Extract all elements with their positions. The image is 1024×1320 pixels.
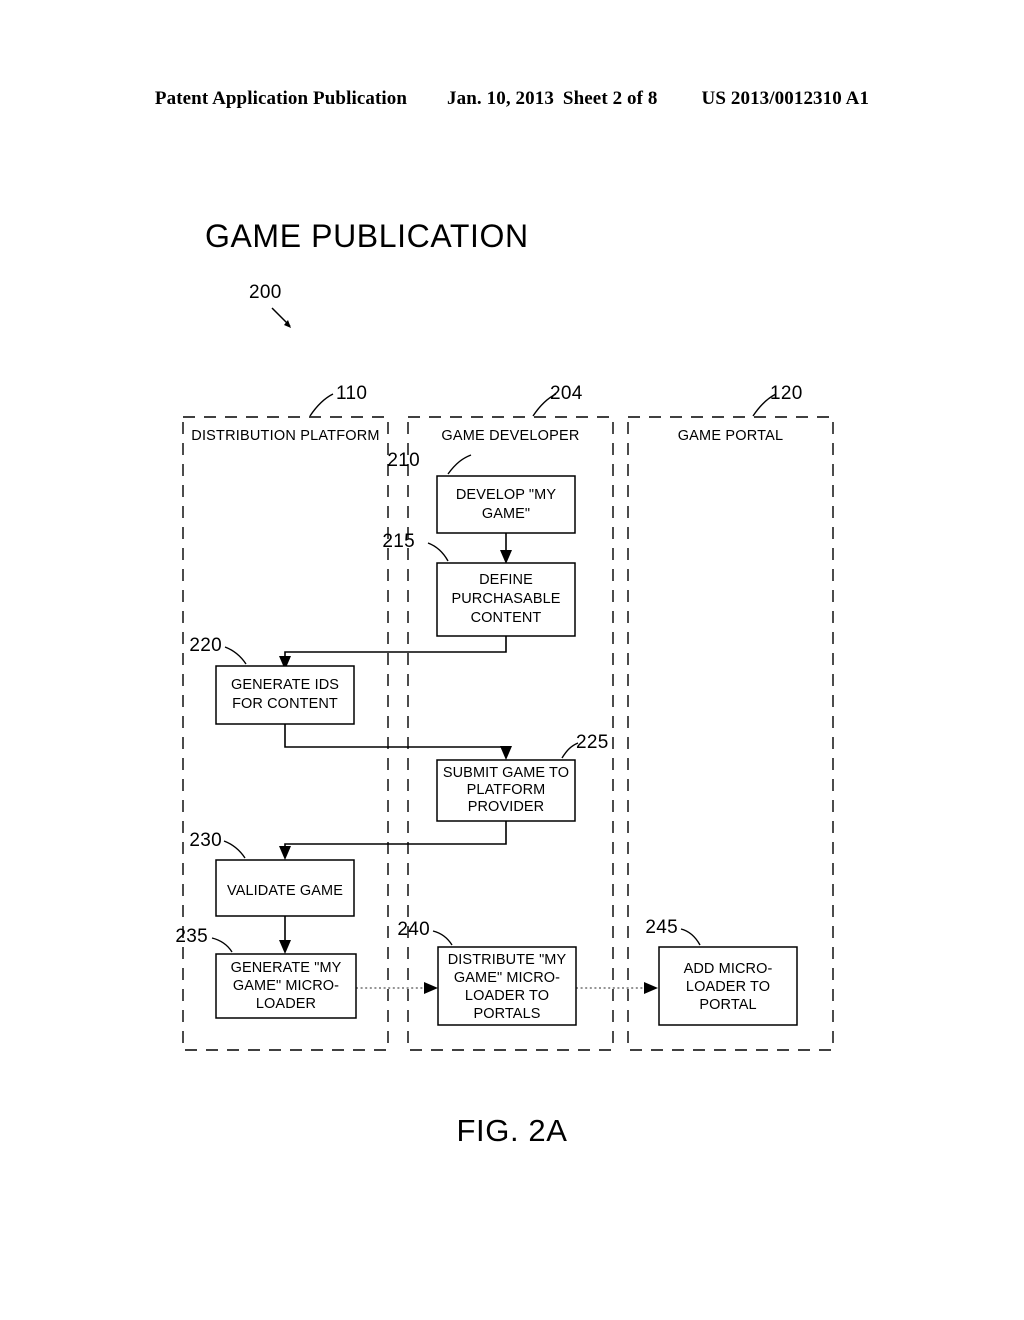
ref-num-120: 120 <box>770 383 803 404</box>
node-distribute-microloader-line-0: DISTRIBUTE "MY <box>448 952 567 968</box>
node-distribute-microloader-line-2: LOADER TO <box>465 988 549 1004</box>
node-distribute-microloader-line-3: PORTALS <box>473 1006 540 1022</box>
flow-define-to-generate-ids <box>279 636 507 670</box>
flow-develop-to-define <box>500 533 512 564</box>
flowchart-diagram: 200 DISTRIBUTION PLATFORM 110 GAME DEVEL… <box>175 282 834 1051</box>
node-add-microloader-line-1: LOADER TO <box>686 979 770 995</box>
diagram-ref-arrow <box>271 307 291 328</box>
ref-num-225: 225 <box>576 732 609 753</box>
node-distribute-microloader-line-1: GAME" MICRO- <box>454 970 560 986</box>
node-develop-my-game-line-0: DEVELOP "MY <box>456 487 556 503</box>
ref-num-235: 235 <box>175 926 208 947</box>
ref-num-200: 200 <box>249 282 282 303</box>
node-submit-game-to-platform[interactable]: SUBMIT GAME TO PLATFORM PROVIDER 225 <box>436 732 609 822</box>
flow-generate-ids-to-submit <box>284 724 512 760</box>
node-generate-microloader-line-2: LOADER <box>256 996 316 1012</box>
flow-submit-to-validate <box>279 821 507 860</box>
node-submit-game-line-1: PLATFORM <box>467 782 546 798</box>
node-generate-microloader[interactable]: GENERATE "MY GAME" MICRO- LOADER 235 <box>175 926 357 1019</box>
ref-num-245: 245 <box>645 917 678 938</box>
node-develop-my-game-line-1: GAME" <box>482 506 530 522</box>
node-generate-microloader-line-0: GENERATE "MY <box>231 960 342 976</box>
node-validate-game[interactable]: VALIDATE GAME 230 <box>189 830 355 917</box>
node-define-purchasable-content[interactable]: DEFINE PURCHASABLE CONTENT 215 <box>382 531 576 637</box>
ref-num-110: 110 <box>336 383 367 404</box>
node-submit-game-line-0: SUBMIT GAME TO <box>443 765 569 781</box>
ref-num-215: 215 <box>382 531 415 552</box>
ref-num-210: 210 <box>387 450 420 471</box>
node-add-microloader-line-2: PORTAL <box>699 997 756 1013</box>
node-define-content-line-1: PURCHASABLE <box>451 591 560 607</box>
flow-validate-to-generate-loader <box>279 916 291 954</box>
node-submit-game-line-2: PROVIDER <box>468 799 545 815</box>
node-generate-ids-line-1: FOR CONTENT <box>232 696 338 712</box>
ref-num-204: 204 <box>550 383 583 404</box>
node-add-microloader-to-portal[interactable]: ADD MICRO- LOADER TO PORTAL 245 <box>645 917 798 1026</box>
node-validate-game-line-0: VALIDATE GAME <box>227 883 343 899</box>
swimlane-label-game-portal: GAME PORTAL <box>678 428 784 444</box>
ref-num-230: 230 <box>189 830 222 851</box>
node-distribute-microloader[interactable]: DISTRIBUTE "MY GAME" MICRO- LOADER TO PO… <box>397 919 577 1026</box>
node-generate-ids-line-0: GENERATE IDS <box>231 677 339 693</box>
node-add-microloader-line-0: ADD MICRO- <box>684 961 773 977</box>
node-define-content-line-2: CONTENT <box>471 610 542 626</box>
ref-num-240: 240 <box>397 919 430 940</box>
node-generate-ids-for-content[interactable]: GENERATE IDS FOR CONTENT 220 <box>189 635 355 725</box>
node-develop-my-game[interactable]: DEVELOP "MY GAME" 210 <box>387 450 576 534</box>
swimlane-label-game-developer: GAME DEVELOPER <box>441 428 579 444</box>
swimlane-label-distribution-platform: DISTRIBUTION PLATFORM <box>191 428 379 444</box>
ref-num-220: 220 <box>189 635 222 656</box>
flow-generate-loader-to-distribute <box>356 982 438 994</box>
node-generate-microloader-line-1: GAME" MICRO- <box>233 978 339 994</box>
flow-distribute-to-add <box>576 982 658 994</box>
node-define-content-line-0: DEFINE <box>479 572 533 588</box>
